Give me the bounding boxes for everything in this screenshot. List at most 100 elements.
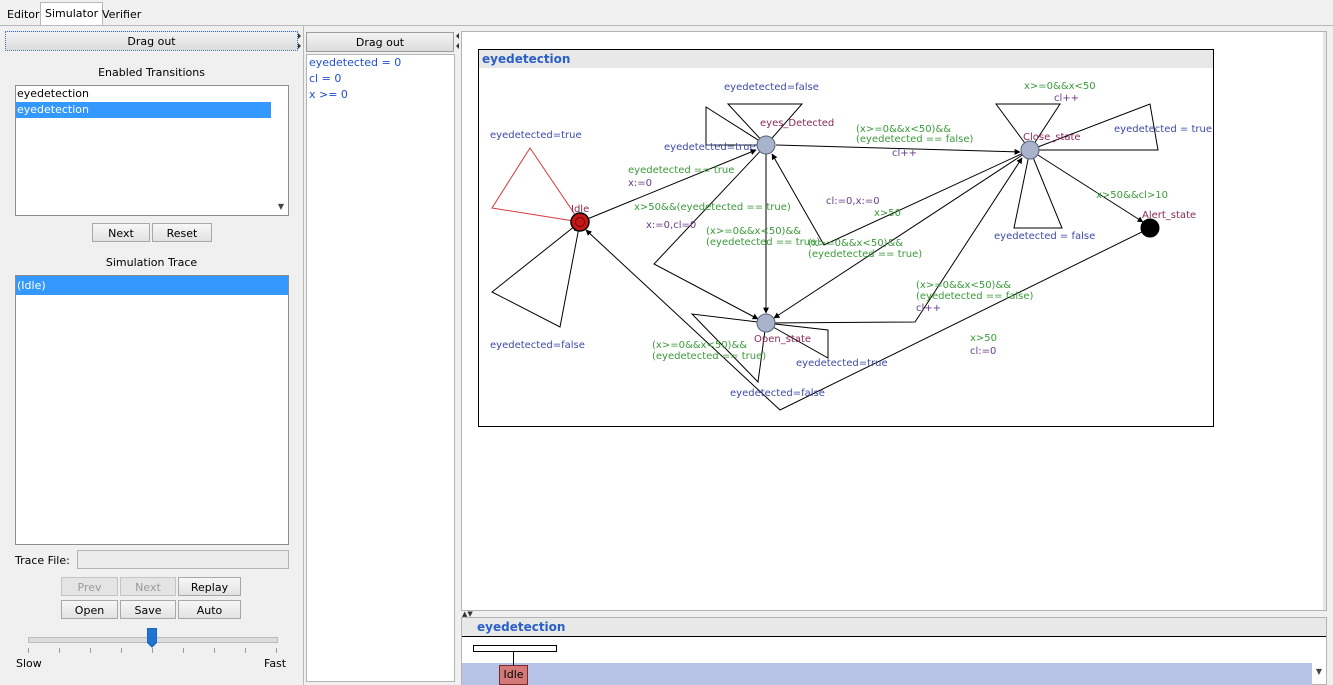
edge-close-to-eyes-detected — [771, 149, 1031, 246]
label-open-loop-left1: (x>=0&&x<50)&& — [652, 340, 747, 351]
open-button[interactable]: Open — [61, 600, 118, 619]
label-open-assign: x:=0,cl=0 — [646, 220, 696, 231]
label-ed-to-open1: (x>=0&&x<50)&& — [706, 226, 801, 237]
slider-tick — [59, 648, 60, 653]
simulation-trace-title: Simulation Trace — [105, 256, 198, 269]
label-alert-to-open1: x>50 — [970, 333, 997, 344]
enabled-transitions-list[interactable]: eyedetection eyedetection ▼ — [15, 85, 289, 216]
state-alert[interactable] — [1140, 218, 1160, 238]
chevron-down-icon[interactable]: ▼ — [278, 202, 284, 211]
state-name-open: Open_state — [754, 334, 811, 345]
speed-slider-thumb[interactable] — [146, 627, 158, 648]
state-name-eyes-detected: eyes_Detected — [760, 118, 834, 129]
auto-button[interactable]: Auto — [178, 600, 241, 619]
left-drag-out-button[interactable]: Drag out — [5, 31, 298, 51]
next-trace-button[interactable]: Next — [120, 577, 176, 596]
msc-title-bar: eyedetection — [462, 618, 1326, 637]
label-close-to-open1: (x>=0&&x<50)&& — [808, 238, 903, 249]
label-open-to-close1: (x>=0&&x<50)&& — [916, 280, 1011, 291]
idle-false-loop — [491, 220, 581, 328]
fast-label: Fast — [264, 657, 287, 670]
close-state-loop-bottom — [1013, 148, 1063, 229]
transition-item-selected[interactable]: eyedetection — [16, 102, 271, 118]
next-transition-button[interactable]: Next — [92, 223, 150, 242]
simulator-control-panel: Drag out Enabled Transitions eyedetectio… — [0, 26, 304, 685]
panel-splitter-handle[interactable] — [298, 31, 302, 51]
label-idle-to-ed-assign: x:=0 — [628, 178, 652, 189]
slider-tick — [214, 648, 215, 653]
label-ed-loop-left: eyedetected=true — [664, 142, 756, 153]
save-button[interactable]: Save — [120, 600, 176, 619]
edge-close-to-alert — [1029, 149, 1144, 223]
msc-process-header — [473, 645, 557, 652]
slider-tick — [276, 648, 277, 653]
replay-button[interactable]: Replay — [178, 577, 241, 596]
label-ed-to-close-guard2: (eyedetected == false) — [856, 134, 974, 145]
tab-bar: Editor Simulator Verifier — [0, 0, 1333, 26]
variable-value: eyedetected = 0 — [309, 56, 402, 69]
state-name-alert: Alert_state — [1142, 210, 1196, 221]
state-name-close: Close_state — [1023, 132, 1081, 143]
slider-tick — [152, 648, 153, 653]
state-eyes-detected[interactable] — [756, 135, 776, 155]
label-ed-to-open2: (eyedetected == true) — [706, 237, 820, 248]
label-open-loop-bottom: eyedetected=false — [730, 388, 825, 399]
label-open-to-close3: cl++ — [916, 303, 941, 314]
label-ed-to-close-assign: cl++ — [892, 148, 917, 159]
diagram-scrollbar[interactable] — [1323, 32, 1326, 610]
label-open-loop-right: eyedetected=true — [796, 358, 888, 369]
label-open-to-close2: (eyedetected == false) — [916, 291, 1034, 302]
transition-item[interactable]: eyedetection — [16, 86, 288, 102]
variables-list: eyedetected = 0 cl = 0 x >= 0 — [306, 54, 455, 682]
speed-slider-ticks — [28, 648, 277, 654]
variable-value: cl = 0 — [309, 72, 342, 85]
middle-drag-out-button[interactable]: Drag out — [306, 32, 454, 52]
label-close-loop-top2: cl++ — [1054, 93, 1079, 104]
label-open-loop-left2: (eyedetected == true) — [652, 351, 766, 362]
state-name-idle: Idle — [571, 204, 589, 215]
label-idle-to-ed-guard: eyedetected == true — [628, 165, 734, 176]
idle-true-loop — [491, 147, 582, 223]
state-idle[interactable] — [570, 212, 590, 232]
enabled-transitions-title: Enabled Transitions — [98, 66, 205, 79]
label-idle-to-open: x>50&&(eyedetected == true) — [634, 202, 791, 213]
slider-tick — [90, 648, 91, 653]
label-ed-loop-top: eyedetected=false — [724, 82, 819, 93]
slider-tick — [183, 648, 184, 653]
chevron-down-icon[interactable]: ▼ — [1316, 667, 1322, 676]
trace-file-field[interactable] — [77, 550, 289, 569]
label-idle-loop-top: eyedetected=true — [490, 130, 582, 141]
variable-value: x >= 0 — [309, 88, 348, 101]
label-close-loop-bottom: eyedetected = false — [994, 231, 1095, 242]
slider-tick — [121, 648, 122, 653]
label-close-loop-right: eyedetected = true — [1114, 124, 1212, 135]
label-close-to-ed-assign: cl:=0,x:=0 — [826, 196, 880, 207]
msc-state-idle[interactable]: Idle — [499, 665, 528, 685]
message-sequence-chart: eyedetection Idle ▼ — [461, 617, 1327, 685]
reset-button[interactable]: Reset — [152, 223, 212, 242]
state-close[interactable] — [1020, 140, 1040, 160]
tab-simulator[interactable]: Simulator — [40, 2, 104, 25]
msc-selected-row[interactable] — [462, 663, 1312, 685]
state-open[interactable] — [756, 313, 776, 333]
tab-verifier[interactable]: Verifier — [98, 5, 145, 24]
automaton-diagram: Idle eyes_Detected Close_state Alert_sta… — [490, 81, 1212, 411]
msc-lifeline — [513, 651, 514, 665]
simulation-trace-list[interactable]: (Idle) — [15, 275, 289, 545]
label-close-to-alert: x>50&&cl>10 — [1096, 190, 1168, 201]
label-close-to-open2: (eyedetected == true) — [808, 249, 922, 260]
msc-title: eyedetection — [477, 620, 566, 634]
trace-file-label: Trace File: — [15, 554, 70, 567]
trace-item[interactable]: (Idle) — [16, 276, 288, 295]
slider-tick — [28, 648, 29, 653]
label-idle-loop-bottom: eyedetected=false — [490, 340, 585, 351]
label-alert-to-open2: cl:=0 — [970, 346, 996, 357]
prev-button[interactable]: Prev — [61, 577, 118, 596]
tab-editor[interactable]: Editor — [3, 5, 44, 24]
variables-panel: Drag out eyedetected = 0 cl = 0 x >= 0 — [304, 26, 457, 685]
label-close-loop-top1: x>=0&&x<50 — [1024, 81, 1096, 92]
slider-tick — [245, 648, 246, 653]
process-diagram-area: eyedetection Idle eyes_Detected Close_st… — [461, 31, 1327, 611]
label-x-gt-50: x>50 — [874, 208, 901, 219]
slow-label: Slow — [16, 657, 42, 670]
